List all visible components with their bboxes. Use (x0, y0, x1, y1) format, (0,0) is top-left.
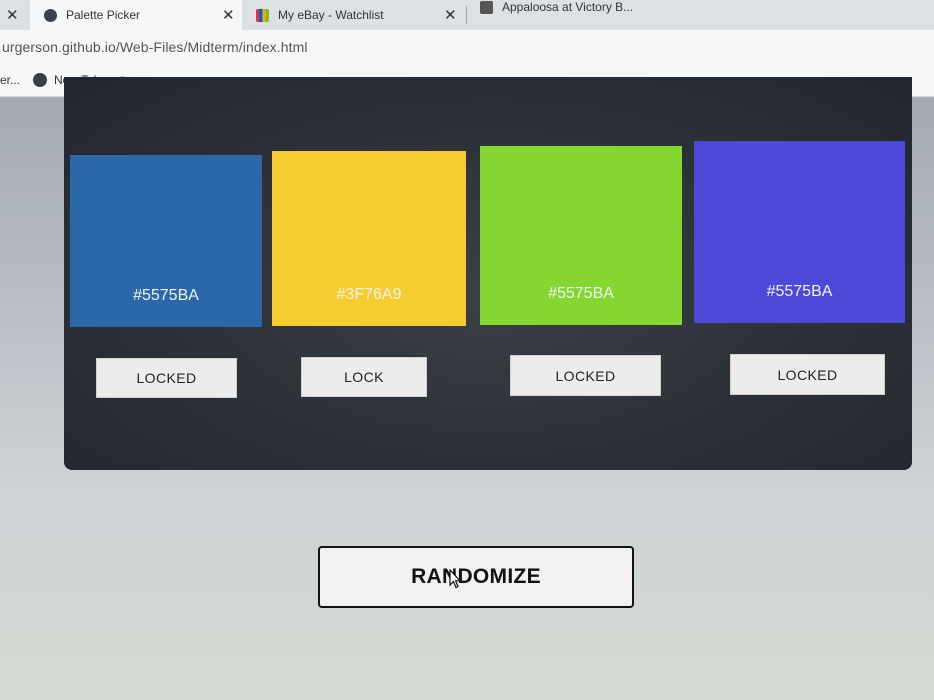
tab-label: Palette Picker (66, 8, 141, 22)
color-swatch-3: #5575BA (480, 146, 682, 325)
lock-button-1[interactable]: LOCKED (96, 358, 237, 398)
ebay-icon (256, 8, 269, 22)
randomize-button[interactable]: RANDOMIZE (318, 546, 634, 608)
swatch-hex-label: #5575BA (548, 285, 614, 302)
color-swatch-1: #5575BA (70, 155, 262, 327)
browser-tab-palette-picker[interactable]: Palette Picker ✕ (30, 0, 242, 30)
lock-button-4[interactable]: LOCKED (730, 354, 885, 395)
bookmark-label: er... (0, 73, 21, 87)
swatch-hex-label: #3F76A9 (336, 286, 402, 303)
globe-icon (44, 8, 57, 22)
close-tab-icon[interactable]: ✕ (222, 6, 235, 24)
mouse-pointer-icon (449, 569, 461, 589)
color-swatch-4: #5575BA (694, 141, 905, 323)
url-text[interactable]: urgerson.github.io/Web-Files/Midterm/ind… (0, 39, 308, 55)
browser-tab-previous[interactable]: ✕ (0, 0, 30, 30)
browser-tab-bar: ✕ Palette Picker ✕ My eBay - Watchlist ✕… (0, 0, 934, 30)
lock-button-2[interactable]: LOCK (301, 357, 427, 397)
tab-label: My eBay - Watchlist (278, 8, 384, 22)
browser-tab-appaloosa[interactable]: Appaloosa at Victory B... (468, 0, 934, 22)
palette-panel: #5575BA #3F76A9 #5575BA #5575BA LOCKED L… (64, 77, 912, 470)
tab-label: Appaloosa at Victory B... (502, 0, 634, 14)
close-tab-icon[interactable]: ✕ (6, 6, 19, 24)
bookmark-item[interactable]: er... (0, 73, 20, 87)
browser-tab-ebay-watchlist[interactable]: My eBay - Watchlist ✕ (244, 0, 466, 30)
swatch-hex-label: #5575BA (766, 283, 833, 300)
address-bar[interactable]: urgerson.github.io/Web-Files/Midterm/ind… (0, 30, 934, 64)
color-swatch-2: #3F76A9 (272, 151, 466, 326)
swatch-hex-label: #5575BA (133, 287, 199, 304)
globe-icon (33, 73, 47, 87)
close-tab-icon[interactable]: ✕ (444, 6, 457, 24)
lock-button-3[interactable]: LOCKED (510, 355, 661, 396)
tab-separator (466, 6, 467, 24)
camera-icon (480, 0, 493, 14)
